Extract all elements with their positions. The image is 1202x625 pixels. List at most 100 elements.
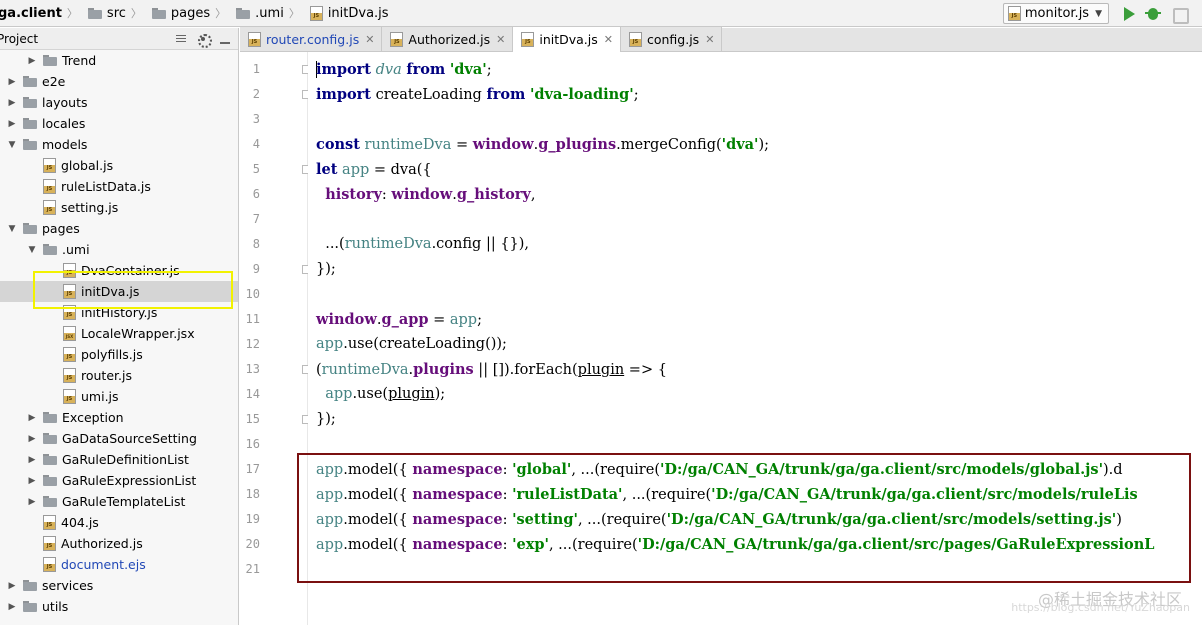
tree-item[interactable]: router.js (0, 365, 238, 386)
chevron-right-icon[interactable]: ▶ (6, 77, 18, 87)
chevron-right-icon[interactable]: ▶ (6, 602, 18, 612)
collapse-all-icon[interactable] (174, 32, 188, 46)
code-token: 'dva' (449, 61, 487, 78)
code-token: plugin (577, 362, 625, 378)
tree-item[interactable]: ▶ layouts (0, 92, 238, 113)
tree-item[interactable]: ▼ .umi (0, 239, 238, 260)
chevron-down-icon[interactable]: ▼ (26, 245, 38, 255)
tree-item-label: layouts (42, 95, 88, 110)
chevron-right-icon[interactable]: ▶ (26, 413, 38, 423)
tree-item[interactable]: polyfills.js (0, 344, 238, 365)
code-token: g_history (456, 186, 531, 203)
project-panel-title: Project (0, 31, 39, 46)
tree-item[interactable]: ▶ utils (0, 596, 238, 617)
tree-item-label: Authorized.js (61, 536, 143, 551)
close-icon[interactable]: ✕ (365, 33, 374, 46)
tree-item[interactable]: ▶ Trend (0, 50, 238, 71)
tree-item[interactable]: setting.js (0, 197, 238, 218)
tree-item[interactable]: umi.js (0, 386, 238, 407)
tree-item[interactable]: ▼ pages (0, 218, 238, 239)
tree-item[interactable]: Authorized.js (0, 533, 238, 554)
tree-item[interactable]: ▶ GaDataSourceSetting (0, 428, 238, 449)
debug-icon[interactable] (1145, 6, 1161, 22)
tree-item-label: ruleListData.js (61, 179, 151, 194)
tree-item[interactable]: ▶ GaRuleExpressionList (0, 470, 238, 491)
code-token: let (316, 161, 338, 178)
code-token: ); (434, 386, 446, 402)
js-file-icon (43, 200, 56, 215)
tree-item[interactable]: LocaleWrapper.jsx (0, 323, 238, 344)
tree-item-label: global.js (61, 158, 114, 173)
tree-item-label: GaRuleDefinitionList (62, 452, 189, 467)
chevron-right-icon[interactable]: ▶ (26, 56, 38, 66)
editor-tab[interactable]: router.config.js ✕ (240, 27, 383, 51)
editor-tab[interactable]: Authorized.js ✕ (382, 27, 514, 51)
chevron-right-icon[interactable]: ▶ (26, 476, 38, 486)
js-file-icon (63, 389, 76, 404)
hide-panel-icon[interactable] (218, 32, 232, 46)
gear-icon[interactable] (196, 32, 212, 48)
js-file-icon (43, 515, 56, 530)
tree-item-label: Exception (62, 410, 124, 425)
breadcrumb-item[interactable]: pages 〉 (148, 0, 232, 27)
breadcrumb-label: pages (170, 5, 211, 21)
tree-item[interactable]: document.ejs (0, 554, 238, 575)
tree-item[interactable]: ▶ GaRuleTemplateList (0, 491, 238, 512)
code-token: app (342, 162, 370, 178)
folder-icon (23, 223, 37, 234)
code-token: from (406, 61, 446, 78)
chevron-right-icon[interactable]: ▶ (6, 98, 18, 108)
breadcrumb-separator-icon: 〉 (130, 7, 142, 20)
js-file-icon (63, 347, 76, 362)
tree-item[interactable]: 404.js (0, 512, 238, 533)
code-token: app (325, 386, 353, 402)
folder-icon (43, 454, 57, 465)
tree-item[interactable]: ▶ Exception (0, 407, 238, 428)
close-icon[interactable]: ✕ (496, 33, 505, 46)
chevron-right-icon[interactable]: ▶ (26, 455, 38, 465)
project-tree: ▶ Trend ▶ e2e ▶ layouts ▶ locales ▼ models global.… (0, 50, 238, 617)
jsx-file-icon (63, 326, 76, 341)
chevron-right-icon[interactable]: ▶ (6, 119, 18, 129)
tree-item[interactable]: ▶ services (0, 575, 238, 596)
code-token: ); (758, 137, 770, 153)
js-file-icon (521, 32, 535, 47)
tree-item[interactable]: ruleListData.js (0, 176, 238, 197)
chevron-right-icon[interactable]: ▶ (6, 581, 18, 591)
code-token: => { (624, 362, 667, 378)
tree-item-label: Trend (62, 53, 97, 68)
editor-tab[interactable]: initDva.js ✕ (513, 27, 621, 52)
tree-item[interactable]: global.js (0, 155, 238, 176)
close-icon[interactable]: ✕ (604, 33, 613, 46)
tree-item[interactable]: ▶ e2e (0, 71, 238, 92)
run-icon[interactable] (1124, 6, 1135, 21)
js-file-icon (390, 31, 404, 47)
close-icon[interactable]: ✕ (705, 33, 714, 46)
chevron-down-icon[interactable]: ▼ (6, 224, 18, 234)
run-config-label: monitor.js (1024, 6, 1090, 21)
tree-item-label: GaRuleExpressionList (62, 473, 197, 488)
coverage-icon[interactable] (1171, 6, 1189, 24)
code-token: dva (375, 62, 402, 78)
chevron-right-icon[interactable]: ▶ (26, 497, 38, 507)
tree-item[interactable]: ▶ locales (0, 113, 238, 134)
breadcrumb-item[interactable]: src 〉 (84, 0, 148, 27)
tree-item[interactable]: ▶ GaRuleDefinitionList (0, 449, 238, 470)
tree-item[interactable]: ▼ models (0, 134, 238, 155)
tree-item-label: 404.js (61, 515, 99, 530)
chevron-right-icon[interactable]: ▶ (26, 434, 38, 444)
tree-item-label: pages (42, 221, 80, 236)
editor-tab[interactable]: config.js ✕ (620, 27, 723, 51)
code-token: , (530, 187, 536, 203)
tree-item-label: setting.js (61, 200, 119, 215)
breadcrumb-item[interactable]: ga.client 〉 (0, 0, 84, 27)
code-token: }); (316, 261, 336, 277)
breadcrumb-item[interactable]: initDva.js (306, 0, 389, 27)
run-configuration-select[interactable]: monitor.js ▼ (1002, 3, 1109, 24)
code-token: = (451, 137, 473, 153)
chevron-down-icon[interactable]: ▼ (6, 140, 18, 150)
js-file-icon (43, 557, 56, 572)
code-token: runtimeDva (364, 137, 452, 153)
breadcrumb-item[interactable]: .umi 〉 (232, 0, 306, 27)
code-token: import (316, 86, 371, 103)
